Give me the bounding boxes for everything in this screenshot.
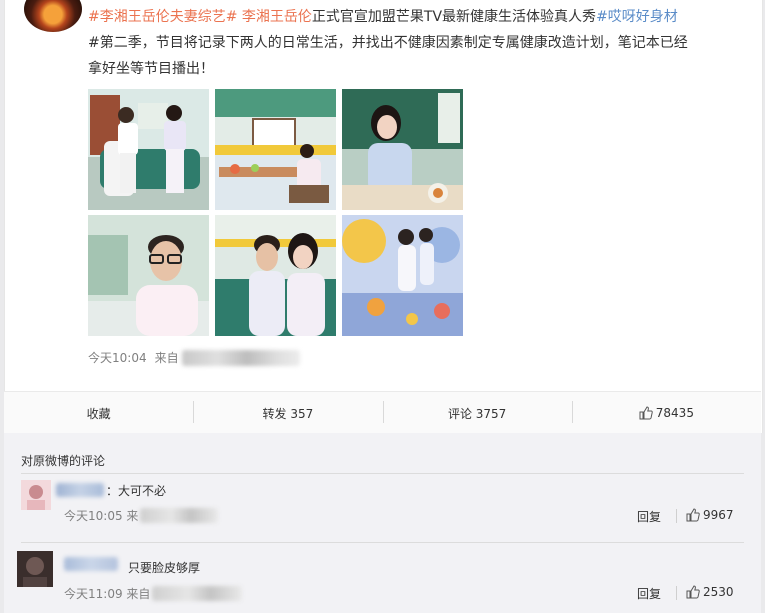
comment-text: 只要脸皮够厚 bbox=[128, 561, 201, 575]
comment-like-count: 2530 bbox=[703, 585, 734, 599]
photo-grid bbox=[88, 89, 463, 339]
post-line-3: 拿好坐等节目播出！ bbox=[88, 61, 214, 77]
comment-username-redacted[interactable] bbox=[56, 483, 104, 497]
comment-meta: 今天10:05 来 bbox=[64, 507, 219, 524]
comment-source-redacted bbox=[140, 508, 219, 523]
photo-man-glasses-portrait-image bbox=[88, 215, 209, 336]
photo-woman-blue-shirt-image bbox=[342, 89, 463, 210]
photo-couple-sitting[interactable] bbox=[215, 215, 336, 336]
comment-text: ：大可不必 bbox=[106, 484, 167, 498]
comment-avatar-image bbox=[17, 551, 53, 587]
post-text-1: 正式官宣加盟芒果TV最新健康生活体验真人秀 bbox=[311, 9, 597, 25]
comment-time[interactable]: 今天10:05 来 bbox=[64, 507, 138, 524]
thumbs-up-icon bbox=[686, 585, 700, 599]
post-source-prefix: 来自 bbox=[154, 351, 179, 365]
photo-couple-sofa[interactable] bbox=[88, 89, 209, 210]
comment-avatar[interactable] bbox=[17, 551, 53, 587]
like-count: 78435 bbox=[655, 406, 694, 420]
comment-avatar-image bbox=[21, 480, 51, 510]
comment-like-button[interactable]: 2530 bbox=[686, 585, 734, 599]
repost-button[interactable]: 转发 357 bbox=[193, 392, 382, 434]
post-action-bar: 收藏 转发 357 评论 3757 78435 bbox=[4, 391, 761, 434]
comments-title: 对原微博的评论 bbox=[21, 454, 106, 468]
thumbs-up-icon bbox=[639, 406, 653, 420]
topic-link-good-figure[interactable]: #哎呀好身材 bbox=[596, 9, 678, 25]
photo-couple-sitting-image bbox=[215, 215, 336, 336]
photo-couple-sofa-image bbox=[88, 89, 209, 210]
weibo-post-card: #李湘王岳伦夫妻综艺# 李湘王岳伦正式官宣加盟芒果TV最新健康生活体验真人秀#哎… bbox=[4, 0, 763, 433]
comment-reply-button[interactable]: 回复 bbox=[637, 508, 661, 525]
post-meta: 今天10:04 来自 bbox=[88, 349, 300, 366]
comments-divider bbox=[21, 542, 744, 543]
comment-like-count: 9967 bbox=[703, 508, 734, 522]
comment-username-redacted[interactable] bbox=[64, 557, 118, 571]
photo-woman-blue-shirt[interactable] bbox=[342, 89, 463, 210]
comment-action-divider bbox=[676, 509, 677, 523]
favorite-button[interactable]: 收藏 bbox=[4, 392, 193, 434]
comment-label: 评论 3757 bbox=[447, 406, 507, 421]
comment-avatar[interactable] bbox=[21, 480, 51, 510]
comment-source-redacted bbox=[152, 586, 243, 601]
photo-dining-table[interactable] bbox=[215, 89, 336, 210]
comment-meta: 今天11:09 来自 bbox=[64, 585, 243, 602]
mention-link[interactable]: 李湘王岳伦 bbox=[237, 9, 312, 25]
comment-time[interactable]: 今天11:09 来自 bbox=[64, 585, 150, 602]
comment-like-button[interactable]: 9967 bbox=[686, 508, 734, 522]
topic-link-couple-show[interactable]: #李湘王岳伦夫妻综艺# bbox=[88, 9, 237, 25]
like-button[interactable]: 78435 bbox=[571, 392, 761, 434]
post-time[interactable]: 今天10:04 bbox=[88, 349, 147, 366]
comment-button[interactable]: 评论 3757 bbox=[382, 392, 572, 434]
comment-reply-button[interactable]: 回复 bbox=[637, 585, 661, 602]
post-line-2: #第二季，节目将记录下两人的日常生活，并找出不健康因素制定专属健康改造计划，笔记… bbox=[88, 35, 688, 51]
photo-dining-table-image bbox=[215, 89, 336, 210]
post-line-1: #李湘王岳伦夫妻综艺# 李湘王岳伦正式官宣加盟芒果TV最新健康生活体验真人秀#哎… bbox=[88, 4, 753, 30]
repost-label: 转发 357 bbox=[262, 406, 314, 421]
post-body: #李湘王岳伦夫妻综艺# 李湘王岳伦正式官宣加盟芒果TV最新健康生活体验真人秀#哎… bbox=[88, 4, 753, 82]
photo-illustration-couple[interactable] bbox=[342, 215, 463, 336]
favorite-label: 收藏 bbox=[86, 406, 111, 421]
original-post-comments: 对原微博的评论 ：大可不必 今天10:05 来 回复 9967 只要脸皮够厚 今… bbox=[4, 433, 761, 613]
author-avatar[interactable] bbox=[24, 0, 82, 32]
comments-divider bbox=[21, 473, 744, 474]
post-source-redacted bbox=[181, 349, 300, 366]
photo-illustration-couple-image bbox=[342, 215, 463, 336]
thumbs-up-icon bbox=[686, 508, 700, 522]
photo-man-glasses-portrait[interactable] bbox=[88, 215, 209, 336]
comment-action-divider bbox=[676, 586, 677, 600]
